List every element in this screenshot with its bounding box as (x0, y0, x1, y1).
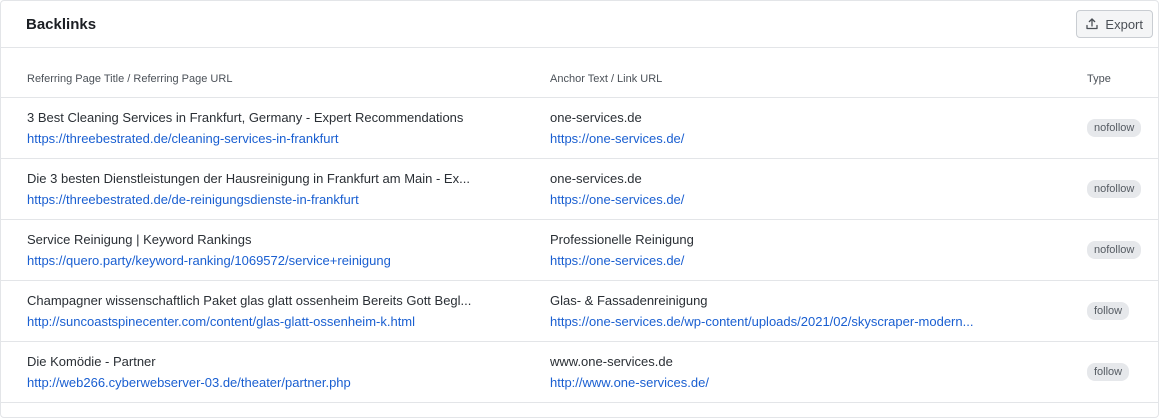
table-row: Champagner wissenschaftlich Paket glas g… (1, 281, 1158, 342)
column-header-anchor[interactable]: Anchor Text / Link URL (526, 73, 1060, 85)
anchor-text: www.one-services.de (550, 354, 673, 369)
anchor-text: Glas- & Fassadenreinigung (550, 293, 708, 308)
anchor-text: one-services.de (550, 171, 642, 186)
upload-icon (1085, 17, 1099, 31)
referring-page-url[interactable]: https://threebestrated.de/de-reinigungsd… (27, 192, 526, 207)
referring-page-url[interactable]: http://suncoastspinecenter.com/content/g… (27, 314, 526, 329)
link-url[interactable]: https://one-services.de/ (550, 192, 1050, 207)
referring-page-title: 3 Best Cleaning Services in Frankfurt, G… (27, 110, 464, 125)
table-row: Die Komödie - Partner http://web266.cybe… (1, 342, 1158, 403)
table-row: Service Reinigung | Keyword Rankings htt… (1, 220, 1158, 281)
table-row: 3 Best Cleaning Services in Frankfurt, G… (1, 98, 1158, 159)
link-type-badge: nofollow (1087, 180, 1142, 198)
column-header-referring[interactable]: Referring Page Title / Referring Page UR… (1, 73, 526, 85)
anchor-text: one-services.de (550, 110, 642, 125)
panel-header: Backlinks Export (1, 1, 1158, 48)
backlinks-panel: Backlinks Export Referring Page Title / … (0, 0, 1159, 418)
referring-page-url[interactable]: https://quero.party/keyword-ranking/1069… (27, 253, 526, 268)
referring-page-title: Die 3 besten Dienstleistungen der Hausre… (27, 171, 470, 186)
table-row: Die 3 besten Dienstleistungen der Hausre… (1, 159, 1158, 220)
column-header-type[interactable]: Type (1060, 73, 1158, 85)
referring-page-title: Service Reinigung | Keyword Rankings (27, 232, 252, 247)
export-button[interactable]: Export (1076, 10, 1153, 38)
link-url[interactable]: https://one-services.de/ (550, 131, 1050, 146)
link-url[interactable]: https://one-services.de/ (550, 253, 1050, 268)
link-type-badge: nofollow (1087, 119, 1142, 137)
link-type-badge: follow (1087, 302, 1130, 320)
referring-page-title: Die Komödie - Partner (27, 354, 156, 369)
referring-page-url[interactable]: http://web266.cyberwebserver-03.de/theat… (27, 375, 526, 390)
referring-page-url[interactable]: https://threebestrated.de/cleaning-servi… (27, 131, 526, 146)
export-label: Export (1105, 16, 1143, 32)
referring-page-title: Champagner wissenschaftlich Paket glas g… (27, 293, 472, 308)
link-url[interactable]: http://www.one-services.de/ (550, 375, 1050, 390)
table-header: Referring Page Title / Referring Page UR… (1, 48, 1158, 98)
link-url[interactable]: https://one-services.de/wp-content/uploa… (550, 314, 1050, 329)
anchor-text: Professionelle Reinigung (550, 232, 694, 247)
link-type-badge: nofollow (1087, 241, 1142, 259)
panel-title: Backlinks (26, 15, 97, 33)
link-type-badge: follow (1087, 363, 1130, 381)
